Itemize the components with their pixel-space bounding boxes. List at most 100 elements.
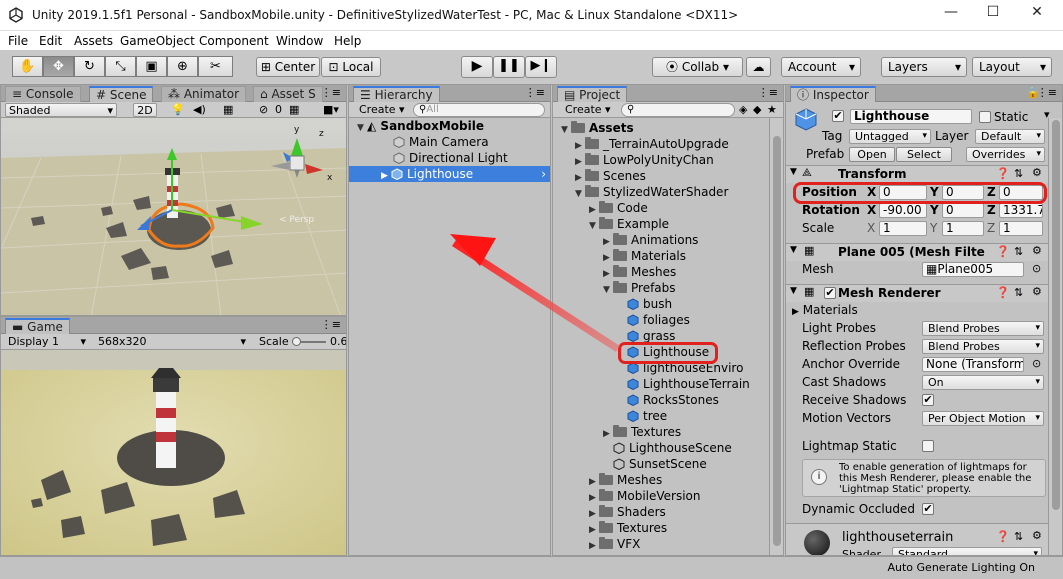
project-item[interactable]: LighthouseTerrain — [617, 376, 750, 392]
menu-gameobject[interactable]: GameObject — [120, 34, 195, 48]
prefab-overrides-dropdown[interactable]: Overrides — [966, 147, 1045, 162]
anchor-override-field[interactable]: None (Transform) — [922, 357, 1024, 372]
account-dropdown[interactable]: Account ▾ — [781, 57, 861, 77]
object-picker-icon[interactable]: ⊙ — [1032, 357, 1041, 370]
scale-tool-icon[interactable]: ⤡ — [105, 56, 136, 77]
project-scrollbar-thumb[interactable] — [773, 136, 781, 546]
prefab-select-button[interactable]: Select — [896, 147, 952, 162]
expand-arrow-icon[interactable]: ▼ — [790, 286, 797, 296]
scale-x-field[interactable]: 1 — [879, 221, 927, 236]
camera-settings-icon[interactable]: ■▾ — [323, 103, 339, 116]
layout-dropdown[interactable]: Layout ▾ — [972, 57, 1052, 77]
favorite-icon[interactable]: ★ — [767, 103, 777, 116]
object-picker-icon[interactable]: ⊙ — [1032, 262, 1041, 275]
project-item[interactable]: ▶ VFX — [589, 536, 640, 552]
tab-asset-store[interactable]: ⌂ Asset S — [253, 86, 323, 102]
pivot-center-toggle[interactable]: ⊞ Center — [256, 57, 320, 77]
rotation-x-field[interactable]: -90.00 — [879, 203, 927, 218]
renderer-prop-dropdown[interactable]: Blend Probes — [922, 339, 1044, 354]
panel-menu-icon[interactable]: ⋮≡ — [321, 318, 341, 331]
help-icon[interactable]: ❓ — [996, 245, 1010, 258]
tab-inspector[interactable]: ⓘ Inspector — [790, 86, 876, 102]
hierarchy-search-input[interactable]: ⚲All — [413, 103, 545, 117]
tab-animator[interactable]: ⁂ Animator — [161, 86, 246, 102]
tab-project[interactable]: ▤ Project — [557, 86, 628, 102]
panel-menu-icon[interactable]: ⋮≡ — [758, 86, 778, 99]
expand-arrow-icon[interactable]: ▶ — [792, 307, 799, 317]
project-item[interactable]: RocksStones — [617, 392, 719, 408]
project-item[interactable]: ▶ Scenes — [575, 168, 646, 184]
expand-arrow-icon[interactable]: ▶ — [381, 168, 391, 184]
meshfilter-header[interactable]: ▼ ▦ Plane 005 (Mesh Filte ❓ ⇅ ⚙ — [786, 243, 1048, 261]
expand-arrow-icon[interactable]: ▼ — [790, 245, 797, 255]
expand-arrow-icon[interactable]: ▶ — [589, 538, 599, 554]
scale-y-field[interactable]: 1 — [942, 221, 984, 236]
tab-console[interactable]: ≡ Console — [5, 86, 81, 102]
resolution-dropdown[interactable]: 568x320 ▾ — [95, 335, 249, 349]
menu-help[interactable]: Help — [334, 34, 361, 48]
pivot-local-toggle[interactable]: ⊡ Local — [321, 57, 381, 77]
shading-mode-dropdown[interactable]: Shaded ▾ — [5, 103, 117, 117]
2d-toggle[interactable]: 2D — [133, 103, 157, 117]
tag-dropdown[interactable]: Untagged — [849, 129, 931, 144]
rotation-y-field[interactable]: 0 — [942, 203, 984, 218]
project-item[interactable]: LighthouseScene — [603, 440, 732, 456]
scale-z-field[interactable]: 1 — [999, 221, 1043, 236]
pause-button[interactable]: ❚❚ — [493, 56, 525, 78]
scale-slider-thumb[interactable] — [292, 337, 301, 346]
materials-foldout[interactable]: ▶ Materials — [792, 303, 858, 317]
meshrenderer-header[interactable]: ▼ ▦ ✔ Mesh Renderer ❓ ⇅ ⚙ — [786, 284, 1048, 302]
layer-dropdown[interactable]: Default — [975, 129, 1045, 144]
project-item[interactable]: ▼ StylizedWaterShader — [575, 184, 728, 200]
menu-file[interactable]: File — [8, 34, 28, 48]
transform-tool-icon[interactable]: ⊕ — [167, 56, 198, 77]
display-dropdown[interactable]: Display 1 ▾ — [5, 335, 89, 349]
expand-arrow-icon[interactable]: ▼ — [357, 120, 367, 136]
project-scrollbar[interactable] — [769, 118, 783, 555]
gear-icon[interactable]: ⚙ — [1032, 166, 1042, 179]
project-item[interactable]: ▶ Code — [589, 200, 648, 216]
layers-dropdown[interactable]: Layers ▾ — [881, 57, 967, 77]
project-search-input[interactable]: ⚲ — [621, 103, 735, 117]
hidden-objects-icon[interactable]: ⊘ — [259, 103, 268, 116]
panel-menu-icon[interactable]: ⋮≡ — [525, 86, 545, 99]
shader-dropdown[interactable]: Standard — [892, 547, 1042, 555]
chevron-right-icon[interactable]: › — [541, 166, 546, 182]
grid-toggle-icon[interactable]: ▦ — [289, 103, 299, 116]
static-checkbox[interactable] — [979, 111, 991, 123]
renderer-enabled-checkbox[interactable]: ✔ — [824, 287, 836, 299]
effects-toggle-icon[interactable]: ▦ — [223, 103, 233, 116]
rotate-tool-icon[interactable]: ↻ — [74, 56, 105, 77]
tab-scene[interactable]: # Scene — [89, 86, 154, 102]
scene-root[interactable]: ▼ ◭ SandboxMobile — [357, 118, 484, 134]
gear-icon[interactable]: ⚙ — [1032, 244, 1042, 257]
expand-arrow-icon[interactable]: ▼ — [790, 167, 797, 177]
receive-shadows-checkbox[interactable]: ✔ — [922, 394, 934, 406]
mesh-object-field[interactable]: ▦Plane005 — [922, 262, 1024, 277]
prefab-open-button[interactable]: Open — [849, 147, 895, 162]
audio-toggle-icon[interactable]: ◀) — [193, 103, 206, 116]
project-item[interactable]: tree — [617, 408, 667, 424]
tab-game[interactable]: ▬ Game — [5, 318, 70, 334]
inspector-scrollbar-thumb[interactable] — [1052, 120, 1060, 510]
renderer-prop-dropdown[interactable]: On — [922, 375, 1044, 390]
preset-icon[interactable]: ⇅ — [1014, 245, 1023, 258]
hierarchy-item-lighthouse[interactable]: ▶ Lighthouse › — [349, 166, 550, 182]
panel-menu-icon[interactable]: ⋮≡ — [1037, 86, 1057, 99]
menu-component[interactable]: Component — [199, 34, 269, 48]
expand-arrow-icon[interactable]: ▼ — [561, 122, 571, 138]
active-checkbox[interactable]: ✔ — [832, 110, 844, 122]
dynamic-occluded-checkbox[interactable]: ✔ — [922, 503, 934, 515]
rotation-z-field[interactable]: 1331.7 — [999, 203, 1043, 218]
renderer-prop-dropdown[interactable]: Per Object Motion — [922, 411, 1044, 426]
rect-tool-icon[interactable]: ▣ — [136, 56, 167, 77]
play-button[interactable]: ▶ — [461, 56, 493, 78]
project-create-button[interactable]: Create ▾ — [565, 103, 611, 116]
transform-header[interactable]: ▼ ⟁ Transform ❓ ⇅ ⚙ — [786, 165, 1048, 183]
preset-icon[interactable]: ⇅ — [1014, 530, 1023, 543]
project-item[interactable]: SunsetScene — [603, 456, 707, 472]
hierarchy-item-main-camera[interactable]: Main Camera — [393, 134, 489, 150]
project-item[interactable]: ▶ _TerrainAutoUpgrade — [575, 136, 729, 152]
renderer-prop-dropdown[interactable]: Blend Probes — [922, 321, 1044, 336]
close-button[interactable]: ✕ — [1022, 4, 1052, 26]
